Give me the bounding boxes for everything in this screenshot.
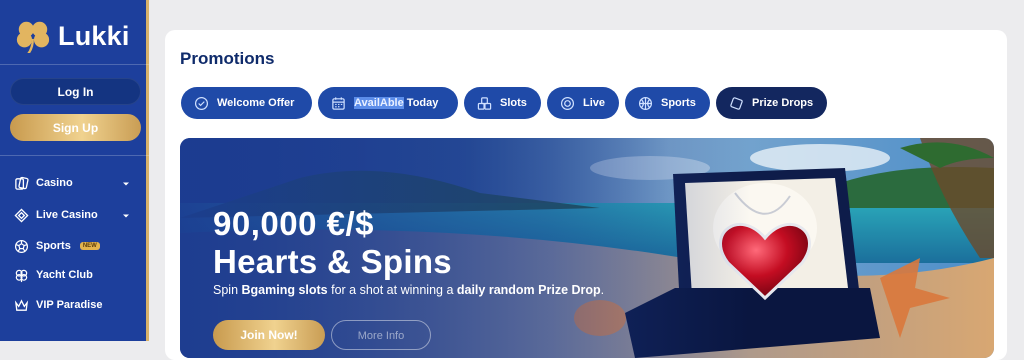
cards-icon	[15, 176, 29, 190]
app-frame: Lukki Log In Sign Up Casino Live Casino …	[0, 0, 1024, 360]
sidebar-item-sports[interactable]: Sports NEW	[14, 236, 100, 256]
sidebar-item-casino[interactable]: Casino	[14, 173, 73, 193]
sidebar: Lukki Log In Sign Up Casino Live Casino …	[0, 0, 149, 341]
sidebar-item-label: Casino	[36, 177, 73, 189]
clover-outline-icon	[15, 269, 28, 282]
tab-label-selection: AvailAble	[354, 97, 404, 109]
chevron-down-icon[interactable]	[122, 212, 130, 220]
tab-label: Welcome Offer	[217, 97, 295, 109]
brand-name: Lukki	[58, 20, 130, 51]
promo-title: Hearts & Spins	[213, 243, 452, 280]
sidebar-item-live-casino[interactable]: Live Casino	[14, 205, 98, 225]
tab-label: Sports	[661, 97, 696, 109]
new-badge: NEW	[79, 242, 100, 250]
tab-live[interactable]: Live	[547, 87, 619, 119]
gem-icon	[730, 96, 743, 110]
divider	[0, 155, 149, 156]
ball-icon	[638, 96, 653, 110]
tab-prize-drops[interactable]: Prize Drops	[716, 87, 827, 119]
join-now-button[interactable]: Join Now!	[213, 320, 325, 350]
more-info-button[interactable]: More Info	[331, 320, 431, 350]
sidebar-item-label: VIP Paradise	[36, 299, 103, 311]
crown-icon	[14, 298, 29, 311]
promo-subtitle-bold: Bgaming slots	[241, 283, 328, 297]
sidebar-item-label: Live Casino	[36, 209, 98, 221]
sidebar-item-yacht-club[interactable]: Yacht Club	[14, 265, 93, 285]
chevron-down-icon[interactable]	[122, 180, 130, 188]
tab-label: Live	[583, 97, 606, 109]
tab-welcome-offer[interactable]: Welcome Offer	[181, 87, 312, 119]
sidebar-item-label: Yacht Club	[36, 269, 93, 281]
brand-logo[interactable]: Lukki	[14, 18, 130, 54]
ball-icon	[14, 239, 29, 253]
tab-label: Slots	[500, 97, 527, 109]
tab-label-rest: Today	[403, 97, 439, 109]
page-title: Promotions	[180, 49, 275, 68]
live-icon	[560, 96, 575, 110]
promo-subtitle-bold: daily random Prize Drop	[456, 283, 601, 297]
login-button[interactable]: Log In	[10, 78, 141, 105]
promo-subtitle: Spin Bgaming slots for a shot at winning…	[213, 283, 604, 297]
promo-subtitle-text: Spin	[213, 283, 242, 297]
tab-sports[interactable]: Sports	[625, 87, 710, 119]
slots-icon	[477, 96, 492, 110]
promo-subtitle-text: .	[600, 283, 605, 297]
promo-amount: 90,000 €/$	[213, 205, 374, 242]
signup-button[interactable]: Sign Up	[10, 114, 141, 141]
tab-label: AvailAble Today	[354, 97, 438, 109]
tab-label: Prize Drops	[752, 97, 814, 109]
diamond-icon	[14, 207, 29, 223]
sidebar-item-label: Sports	[36, 240, 71, 252]
promo-subtitle-text: for a shot at winning a	[327, 283, 457, 297]
divider	[0, 64, 149, 65]
check-circle-icon	[194, 96, 209, 110]
tab-available-today[interactable]: AvailAble Today	[318, 87, 458, 119]
tab-slots[interactable]: Slots	[464, 87, 541, 119]
calendar-icon	[332, 96, 345, 110]
sidebar-item-vip-paradise[interactable]: VIP Paradise	[14, 295, 102, 315]
clover-icon	[16, 21, 50, 54]
